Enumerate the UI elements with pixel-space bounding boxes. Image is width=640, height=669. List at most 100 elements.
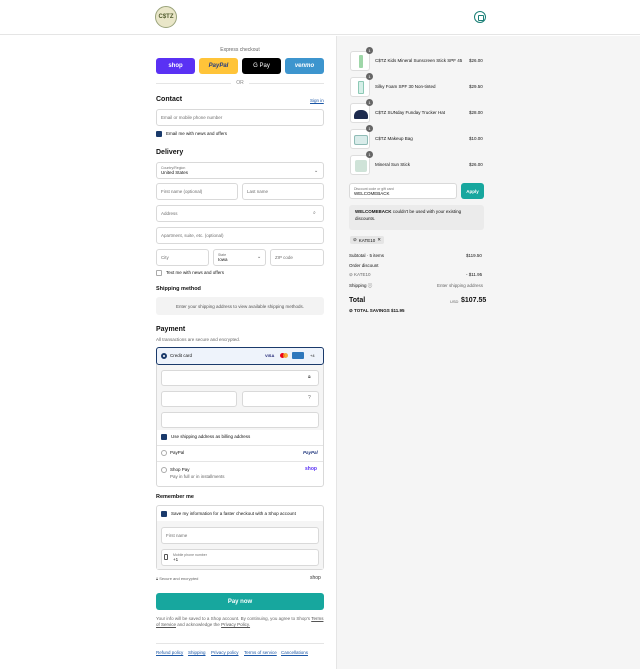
cancellations-link[interactable]: Cancellations: [281, 650, 308, 655]
total-value: $107.55: [461, 297, 487, 304]
total-savings-value: $11.95: [390, 308, 405, 313]
search-icon: ⌕: [313, 210, 316, 216]
expiration-field[interactable]: [161, 391, 237, 407]
quantity-badge: 1: [366, 73, 373, 80]
info-icon[interactable]: ⓘ: [368, 283, 373, 288]
google-pay-button[interactable]: G Pay: [242, 58, 281, 74]
more-cards-label: +4: [310, 353, 315, 358]
order-summary-panel: [336, 36, 640, 669]
help-icon[interactable]: ?: [308, 395, 311, 401]
discount-code-value: WELCOMEBACK: [354, 190, 390, 196]
privacy-policy-footer-link[interactable]: Privacy policy: [211, 650, 239, 655]
close-icon[interactable]: ✕: [377, 237, 381, 243]
product-thumbnail: [350, 51, 370, 71]
shop-pay-radio[interactable]: [161, 467, 167, 473]
shipping-label-text: Shipping: [349, 283, 367, 288]
or-label: OR: [236, 80, 244, 86]
product-name: C$TZ Makeup Bag: [375, 136, 413, 141]
pay-now-button[interactable]: Pay now: [156, 593, 324, 610]
lock-icon: 🔒︎: [308, 374, 311, 380]
discount-error-code: WELCOMEBACK: [355, 209, 392, 214]
card-number-field[interactable]: [161, 370, 319, 386]
sign-in-link[interactable]: Sign in: [310, 98, 324, 103]
product-price: $26.00: [469, 162, 483, 167]
privacy-policy-link[interactable]: Privacy Policy.: [221, 622, 250, 627]
contact-heading: Contact: [156, 96, 183, 103]
shop-pay-label: Shop Pay: [170, 467, 190, 472]
email-news-checkbox[interactable]: [156, 131, 162, 137]
tag-icon: ⊘: [353, 237, 357, 242]
product-price: $26.00: [469, 58, 483, 63]
zip-placeholder: ZIP code: [275, 255, 293, 260]
paypal-logo: PayPal: [303, 450, 318, 455]
product-price: $29.50: [469, 84, 483, 89]
name-on-card-field[interactable]: [161, 412, 319, 428]
first-name-placeholder: First name (optional): [161, 189, 203, 194]
discount-code-line: ⊘ KATE10: [349, 272, 371, 277]
total-savings: ⊘ TOTAL SAVINGS $11.95: [349, 308, 405, 313]
billing-address-label: Use shipping address as billing address: [171, 434, 251, 439]
product-thumbnail: [350, 77, 370, 97]
order-discount-label: Order discount: [349, 263, 379, 268]
phone-field[interactable]: Mobile phone number +1: [161, 549, 319, 566]
discount-chip-label: KATE10: [358, 237, 376, 243]
subtotal-label: Subtotal · 5 items: [349, 253, 385, 258]
legal-intro: Your info will be saved to a Shop accoun…: [156, 616, 311, 621]
quantity-badge: 1: [366, 99, 373, 106]
product-thumbnail: [350, 129, 370, 149]
billing-address-checkbox[interactable]: [161, 434, 167, 440]
store-logo[interactable]: C$TZ: [155, 6, 177, 28]
apartment-field[interactable]: Apartment, suite, etc. (optional): [156, 227, 324, 244]
shop-pay-button[interactable]: shop: [156, 58, 195, 74]
city-placeholder: City: [161, 255, 169, 260]
discount-chip: ⊘ KATE10 ✕: [350, 236, 384, 244]
or-divider: OR: [156, 80, 324, 86]
state-value: Iowa: [218, 257, 228, 262]
shop-logo: shop: [305, 466, 317, 472]
amex-icon: [292, 352, 304, 359]
product-name: Mineral Sun Stick: [375, 162, 411, 167]
shop-logo: shop: [310, 575, 321, 581]
delivery-heading: Delivery: [156, 149, 184, 156]
secure-label: 🔒︎ Secure and encrypted: [156, 576, 199, 581]
subtotal-value: $119.50: [466, 253, 482, 258]
total-savings-label: TOTAL SAVINGS: [354, 308, 390, 313]
remember-first-name-placeholder: First name: [166, 533, 188, 538]
email-field[interactable]: Email or mobile phone number: [156, 109, 324, 126]
venmo-button[interactable]: venmo: [285, 58, 324, 74]
country-select[interactable]: Country/Region United States: [156, 162, 324, 179]
bag-icon[interactable]: [474, 11, 486, 23]
shipping-link[interactable]: Shipping: [188, 650, 206, 655]
shipping-value: Enter shipping address: [437, 283, 484, 288]
last-name-field[interactable]: Last name: [242, 183, 324, 200]
remember-me-heading: Remember me: [156, 494, 194, 500]
express-checkout-label: Express checkout: [220, 47, 260, 53]
first-name-field[interactable]: First name (optional): [156, 183, 238, 200]
apartment-placeholder: Apartment, suite, etc. (optional): [161, 233, 224, 238]
paypal-button[interactable]: PayPal: [199, 58, 238, 74]
paypal-radio[interactable]: [161, 450, 167, 456]
quantity-badge: 1: [366, 47, 373, 54]
terms-of-service-footer-link[interactable]: Terms of service: [244, 650, 277, 655]
currency-label: USD: [450, 299, 459, 304]
divider: [157, 461, 323, 462]
text-news-checkbox[interactable]: [156, 270, 162, 276]
address-field[interactable]: Address: [156, 205, 324, 222]
discount-amount: - $11.95: [466, 272, 483, 277]
discount-code-field[interactable]: Discount code or gift card WELCOMEBACK: [349, 183, 457, 199]
zip-field[interactable]: ZIP code: [270, 249, 324, 266]
mastercard-icon: [279, 352, 289, 359]
secure-text: Secure and encrypted: [159, 576, 199, 581]
product-name: C$TZ Kids Mineral Sunscreen Stick SPF 45: [375, 58, 463, 63]
save-info-checkbox[interactable]: [161, 511, 167, 517]
footer-divider: [156, 643, 324, 644]
apply-button[interactable]: Apply: [461, 183, 484, 199]
refund-policy-link[interactable]: Refund policy: [156, 650, 183, 655]
chevron-down-icon: ⌄: [257, 254, 262, 260]
remember-first-name-field[interactable]: First name: [161, 527, 319, 544]
city-field[interactable]: City: [156, 249, 209, 266]
visa-icon: VISA: [265, 353, 275, 358]
credit-card-radio[interactable]: [161, 353, 167, 359]
paypal-label: PayPal: [170, 450, 185, 455]
product-thumbnail: [350, 103, 370, 123]
